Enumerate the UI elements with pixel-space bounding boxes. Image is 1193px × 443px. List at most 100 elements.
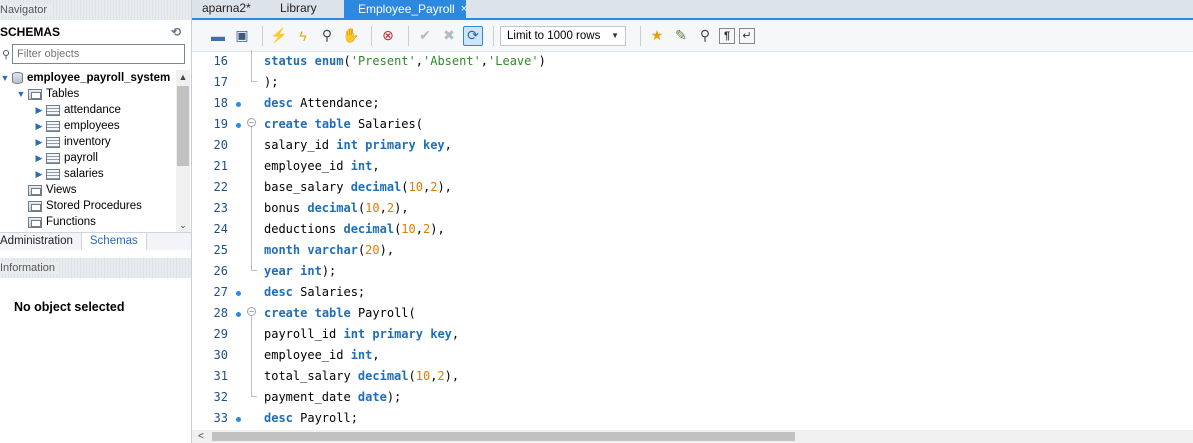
- fold-gutter: [244, 365, 259, 386]
- autocommit-toggle-icon[interactable]: ⟳: [463, 25, 483, 46]
- code-line[interactable]: 29 payroll_id int primary key,: [192, 323, 1193, 344]
- sql-text: ,: [415, 53, 423, 68]
- tables-folder-node[interactable]: ▼ Tables: [0, 86, 176, 102]
- line-number: 16: [213, 53, 228, 68]
- table-node-payroll[interactable]: ▶ payroll: [0, 150, 176, 166]
- table-name: employees: [64, 120, 120, 132]
- tab-library[interactable]: Library: [264, 0, 344, 18]
- tab-schemas[interactable]: Schemas: [80, 233, 147, 250]
- tab-administration[interactable]: Administration: [0, 233, 81, 250]
- fold-end-guide: [251, 71, 257, 82]
- views-folder-node[interactable]: Views: [0, 182, 176, 198]
- sql-text: deductions: [264, 221, 344, 236]
- procedures-folder-node[interactable]: Stored Procedures: [0, 198, 176, 214]
- sql-text: );: [386, 389, 402, 404]
- sql-number: 20: [365, 242, 380, 257]
- table-node-attendance[interactable]: ▶ attendance: [0, 102, 176, 118]
- open-file-icon[interactable]: ▬: [208, 26, 228, 46]
- expand-right-icon[interactable]: ▶: [34, 166, 44, 182]
- tab-aparna2[interactable]: aparna2*: [192, 0, 264, 18]
- expand-down-icon[interactable]: ▼: [0, 70, 10, 86]
- statement-marker: [232, 96, 244, 110]
- code-line[interactable]: 28 − create table Payroll(: [192, 302, 1193, 323]
- code-line[interactable]: 27 desc Salaries;: [192, 281, 1193, 302]
- code-text: status enum('Present','Absent','Leave'): [259, 54, 546, 68]
- code-line[interactable]: 16 status enum('Present','Absent','Leave'…: [192, 50, 1193, 71]
- word-wrap-icon[interactable]: ↵: [739, 27, 755, 44]
- sql-text: ,: [372, 158, 380, 173]
- refresh-icon[interactable]: ⟲: [171, 25, 181, 39]
- collapse-icon[interactable]: −: [247, 118, 256, 127]
- fold-guide: [251, 365, 252, 386]
- horizontal-scrollbar[interactable]: <: [192, 430, 1193, 443]
- chevron-left-icon[interactable]: <: [198, 430, 204, 443]
- code-line[interactable]: 22 base_salary decimal(10,2),: [192, 176, 1193, 197]
- commit-icon[interactable]: ✔: [415, 26, 435, 46]
- scrollbar-thumb[interactable]: [177, 86, 189, 166]
- sql-string: 'Present': [350, 53, 416, 68]
- execute-current-icon[interactable]: ϟ: [293, 26, 313, 46]
- expand-right-icon[interactable]: ▶: [34, 102, 44, 118]
- sql-number: 10: [408, 179, 423, 194]
- tab-employee-payroll[interactable]: Employee_Payroll ×: [344, 0, 467, 18]
- code-line[interactable]: 24 deductions decimal(10,2),: [192, 218, 1193, 239]
- table-icon: [46, 120, 60, 132]
- code-line[interactable]: 19 − create table Salaries(: [192, 113, 1193, 134]
- code-line[interactable]: 17);: [192, 71, 1193, 92]
- sql-text: Salaries;: [292, 284, 366, 299]
- expand-right-icon[interactable]: ▶: [34, 118, 44, 134]
- add-snippet-icon[interactable]: ★: [647, 26, 667, 46]
- fold-end-guide: [251, 386, 257, 397]
- code-line[interactable]: 30 employee_id int,: [192, 344, 1193, 365]
- sql-text: ,: [372, 347, 380, 362]
- code-line[interactable]: 32 payment_date date);: [192, 386, 1193, 407]
- close-icon[interactable]: ×: [461, 0, 467, 18]
- limit-rows-select[interactable]: Limit to 1000 rows ▼: [500, 25, 626, 46]
- table-node-salaries[interactable]: ▶ salaries: [0, 166, 176, 182]
- explain-icon[interactable]: ⚲: [317, 26, 337, 46]
- sql-keyword: decimal: [307, 200, 358, 215]
- code-line[interactable]: 31 total_salary decimal(10,2),: [192, 365, 1193, 386]
- chevron-up-icon[interactable]: ▲: [176, 70, 190, 84]
- code-line[interactable]: 25 month varchar(20),: [192, 239, 1193, 260]
- invisible-chars-icon[interactable]: ¶: [719, 27, 735, 44]
- expand-right-icon[interactable]: ▶: [34, 134, 44, 150]
- filter-objects-input[interactable]: [12, 44, 185, 64]
- statement-marker: [232, 285, 244, 299]
- collapse-icon[interactable]: −: [247, 307, 256, 316]
- expand-right-icon[interactable]: ▶: [34, 150, 44, 166]
- chevron-down-icon: ▼: [611, 30, 619, 40]
- sql-text: payment_date: [264, 389, 358, 404]
- rollback-icon[interactable]: ✖: [439, 26, 459, 46]
- table-node-employees[interactable]: ▶ employees: [0, 118, 176, 134]
- execute-all-icon[interactable]: ⚡: [269, 26, 289, 46]
- code-line[interactable]: 18 desc Attendance;: [192, 92, 1193, 113]
- code-line[interactable]: 21 employee_id int,: [192, 155, 1193, 176]
- beautify-icon[interactable]: ✎: [671, 26, 691, 46]
- code-text: payment_date date);: [259, 390, 401, 404]
- save-icon[interactable]: ▣: [232, 26, 252, 46]
- code-line[interactable]: 20 salary_id int primary key,: [192, 134, 1193, 155]
- table-node-inventory[interactable]: ▶ inventory: [0, 134, 176, 150]
- functions-folder-node[interactable]: Functions: [0, 214, 176, 230]
- stop-gray-icon[interactable]: ✋: [341, 26, 361, 46]
- stop-on-error-icon[interactable]: ⊗: [378, 26, 398, 46]
- scrollbar-thumb[interactable]: [212, 432, 795, 441]
- find-icon[interactable]: ⚲: [695, 26, 715, 46]
- toolbar-separator: [640, 25, 641, 46]
- expand-down-icon[interactable]: ▼: [16, 86, 26, 102]
- fold-gutter: [244, 197, 259, 218]
- code-line[interactable]: 33 desc Payroll;: [192, 407, 1193, 428]
- table-icon: [46, 104, 60, 116]
- code-editor[interactable]: 16 status enum('Present','Absent','Leave'…: [192, 50, 1193, 430]
- schema-node[interactable]: ▼ employee_payroll_system: [0, 70, 176, 86]
- code-line[interactable]: 23 bonus decimal(10,2),: [192, 197, 1193, 218]
- code-line[interactable]: 26 year int);: [192, 260, 1193, 281]
- navigator-scrollbar[interactable]: ▲ ⌄: [176, 70, 190, 232]
- sql-keyword: table: [314, 305, 351, 320]
- sql-keyword: year: [264, 263, 293, 278]
- table-name: attendance: [64, 104, 121, 116]
- fold-gutter: [244, 323, 259, 344]
- sql-text: Payroll;: [292, 410, 358, 425]
- chevron-down-icon[interactable]: ⌄: [176, 218, 190, 232]
